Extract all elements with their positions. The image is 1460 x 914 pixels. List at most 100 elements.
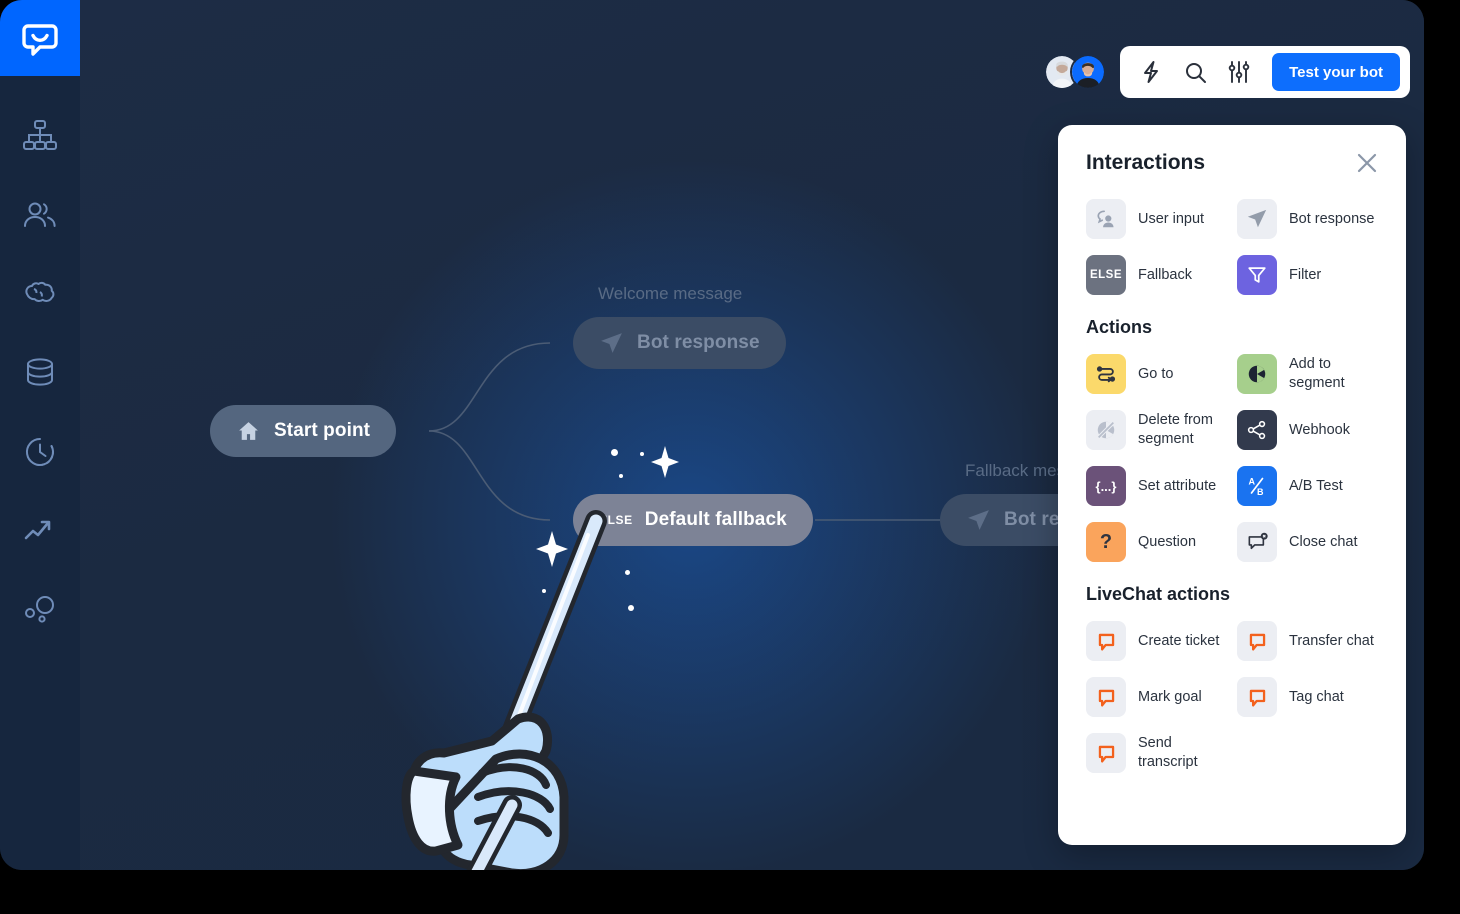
item-label: Tag chat <box>1289 688 1344 705</box>
livechat-icon <box>1086 621 1126 661</box>
item-label: Delete from segment <box>1138 412 1213 447</box>
share-nodes-icon <box>1237 410 1277 450</box>
item-user-input[interactable]: User input <box>1086 197 1227 241</box>
item-bot-response[interactable]: Bot response <box>1237 197 1378 241</box>
item-label: User input <box>1138 210 1205 227</box>
livechat-icon <box>1086 733 1126 773</box>
svg-text:B: B <box>1257 487 1264 497</box>
panel-title: Interactions <box>1086 151 1206 174</box>
item-tag-chat[interactable]: Tag chat <box>1237 675 1378 719</box>
livechat-actions-grid: Create ticket Transfer chat Mark goal Ta… <box>1086 619 1378 775</box>
sidebar-item-history[interactable] <box>0 412 80 491</box>
node-label: Start point <box>274 420 371 441</box>
node-label: Bot response <box>637 332 760 353</box>
send-icon <box>599 331 624 356</box>
toolbar-actions: Test your bot <box>1120 46 1410 98</box>
sidebar-item-analytics[interactable] <box>0 491 80 570</box>
chatbot-logo-icon <box>22 24 58 56</box>
bubbles-icon <box>25 595 54 623</box>
sidebar-item-stories[interactable] <box>0 96 80 175</box>
item-send-transcript[interactable]: Send transcript <box>1086 731 1227 775</box>
route-icon <box>1086 354 1126 394</box>
app-logo[interactable] <box>0 0 80 76</box>
item-go-to[interactable]: Go to <box>1086 352 1227 396</box>
item-fallback[interactable]: ELSE Fallback <box>1086 253 1227 297</box>
item-label: Go to <box>1138 365 1174 382</box>
flow-chart-icon <box>23 119 57 150</box>
interactions-panel: Interactions User input Bot response ELS… <box>1058 125 1406 845</box>
node-title-welcome: Welcome message <box>598 284 743 303</box>
item-label: Question <box>1138 533 1197 550</box>
item-label: Webhook <box>1289 421 1350 438</box>
close-icon[interactable] <box>1356 152 1378 174</box>
item-delete-from-segment[interactable]: Delete from segment <box>1086 408 1227 452</box>
item-label: Bot response <box>1289 210 1375 227</box>
item-label: Filter <box>1289 266 1322 283</box>
app-window: Welcome message Bot response Fallback me… <box>0 0 1424 870</box>
sidebar-item-users[interactable] <box>0 175 80 254</box>
user-input-icon <box>1086 199 1126 239</box>
actions-grid: Go to Add to segment Delete from segment… <box>1086 352 1378 564</box>
top-toolbar: Test your bot <box>1044 46 1410 98</box>
sidebar-item-segments[interactable] <box>0 570 80 649</box>
node-default-fallback[interactable]: ELSE Default fallback <box>573 494 813 546</box>
funnel-icon <box>1237 255 1277 295</box>
item-label: Mark goal <box>1138 688 1202 705</box>
item-add-to-segment[interactable]: Add to segment <box>1237 352 1378 396</box>
chat-close-icon <box>1237 522 1277 562</box>
livechat-icon <box>1086 677 1126 717</box>
item-label: Close chat <box>1289 533 1358 550</box>
item-label: Create ticket <box>1138 632 1220 649</box>
lightning-icon[interactable] <box>1136 57 1166 87</box>
pie-chart-off-icon <box>1086 410 1126 450</box>
item-label: Transfer chat <box>1289 632 1374 649</box>
app-root: Welcome message Bot response Fallback me… <box>0 0 1460 914</box>
sliders-icon[interactable] <box>1224 57 1254 87</box>
sidebar-item-training[interactable] <box>0 254 80 333</box>
node-label: Default fallback <box>644 509 787 530</box>
livechat-icon <box>1237 677 1277 717</box>
ab-test-icon: A B <box>1237 466 1277 506</box>
send-icon <box>966 508 991 533</box>
node-start-point[interactable]: Start point <box>210 405 397 457</box>
test-your-bot-button[interactable]: Test your bot <box>1272 53 1400 91</box>
interactions-grid: User input Bot response ELSE Fallback Fi… <box>1086 197 1378 297</box>
item-set-attribute[interactable]: {...} Set attribute <box>1086 464 1227 508</box>
item-label: Add to segment <box>1289 356 1345 391</box>
send-icon <box>1237 199 1277 239</box>
item-transfer-chat[interactable]: Transfer chat <box>1237 619 1378 663</box>
section-title-livechat: LiveChat actions <box>1086 584 1231 604</box>
item-label: A/B Test <box>1289 477 1343 494</box>
livechat-icon <box>1237 621 1277 661</box>
panel-header: Interactions <box>1086 151 1378 175</box>
item-ab-test[interactable]: A B A/B Test <box>1237 464 1378 508</box>
home-icon <box>236 419 261 444</box>
item-mark-goal[interactable]: Mark goal <box>1086 675 1227 719</box>
brain-icon <box>25 281 55 302</box>
avatar-user-2[interactable] <box>1070 54 1107 90</box>
else-text-icon: ELSE <box>1086 255 1126 295</box>
braces-icon: {...} <box>1086 466 1126 506</box>
sidebar-item-knowledge-base[interactable] <box>0 333 80 412</box>
clock-history-icon <box>25 437 54 466</box>
database-icon <box>27 357 53 386</box>
item-label: Send transcript <box>1138 735 1198 770</box>
trending-up-icon <box>24 520 51 539</box>
svg-text:A: A <box>1249 477 1256 487</box>
item-question[interactable]: ? Question <box>1086 520 1227 564</box>
item-close-chat[interactable]: Close chat <box>1237 520 1378 564</box>
item-webhook[interactable]: Webhook <box>1237 408 1378 452</box>
else-badge: ELSE <box>599 513 633 527</box>
question-mark-icon: ? <box>1086 522 1126 562</box>
item-label: Fallback <box>1138 266 1192 283</box>
sidebar-nav <box>0 96 80 649</box>
search-icon[interactable] <box>1180 57 1210 87</box>
left-sidebar <box>0 0 80 870</box>
users-icon <box>24 202 56 227</box>
pie-chart-icon <box>1237 354 1277 394</box>
item-filter[interactable]: Filter <box>1237 253 1378 297</box>
section-title-actions: Actions <box>1086 317 1153 337</box>
node-welcome-bot-response[interactable]: Bot response <box>573 317 786 369</box>
item-create-ticket[interactable]: Create ticket <box>1086 619 1227 663</box>
item-label: Set attribute <box>1138 477 1217 494</box>
